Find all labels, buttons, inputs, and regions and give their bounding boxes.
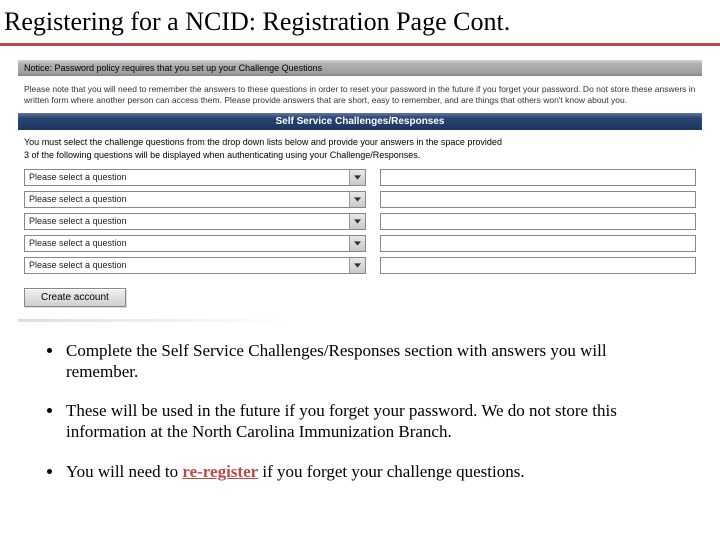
challenge-row: Please select a question [24,191,696,208]
bullet-item: You will need to re-register if you forg… [64,461,672,482]
challenge-row: Please select a question [24,235,696,252]
chevron-down-icon [349,214,365,229]
question-select-label: Please select a question [29,238,127,248]
challenge-row: Please select a question [24,257,696,274]
instructions: You must select the challenge questions … [18,130,702,165]
bullet-text-pre: You will need to [66,462,182,481]
question-select[interactable]: Please select a question [24,191,366,208]
registration-screenshot: Notice: Password policy requires that yo… [18,60,702,322]
chevron-down-icon [349,192,365,207]
bullet-list: Complete the Self Service Challenges/Res… [64,340,672,482]
instruction-line-2: 3 of the following questions will be dis… [24,149,696,163]
chevron-down-icon [349,170,365,185]
bullet-text-post: if you forget your challenge questions. [258,462,524,481]
answer-input[interactable] [380,213,696,230]
policy-text: Please note that you will need to rememb… [18,76,702,113]
page-title: Registering for a NCID: Registration Pag… [0,0,720,41]
answer-input[interactable] [380,257,696,274]
chevron-down-icon [349,236,365,251]
question-select[interactable]: Please select a question [24,257,366,274]
question-select-label: Please select a question [29,194,127,204]
answer-input[interactable] [380,169,696,186]
slide: Registering for a NCID: Registration Pag… [0,0,720,540]
question-select-label: Please select a question [29,260,127,270]
re-register-emphasis: re-register [182,462,258,481]
answer-input[interactable] [380,191,696,208]
challenge-rows: Please select a question Please select a… [18,165,702,284]
question-select-label: Please select a question [29,172,127,182]
chevron-down-icon [349,258,365,273]
bullet-item: These will be used in the future if you … [64,400,672,443]
title-underline [0,43,720,46]
create-account-button[interactable]: Create account [24,288,126,307]
challenge-row: Please select a question [24,169,696,186]
question-select[interactable]: Please select a question [24,235,366,252]
notice-bar: Notice: Password policy requires that yo… [18,60,702,76]
challenge-row: Please select a question [24,213,696,230]
bullet-item: Complete the Self Service Challenges/Res… [64,340,672,383]
question-select[interactable]: Please select a question [24,213,366,230]
screenshot-bottom-edge [18,319,702,322]
section-header: Self Service Challenges/Responses [18,113,702,130]
answer-input[interactable] [380,235,696,252]
question-select-label: Please select a question [29,216,127,226]
button-row: Create account [18,284,702,317]
instruction-line-1: You must select the challenge questions … [24,136,696,150]
question-select[interactable]: Please select a question [24,169,366,186]
